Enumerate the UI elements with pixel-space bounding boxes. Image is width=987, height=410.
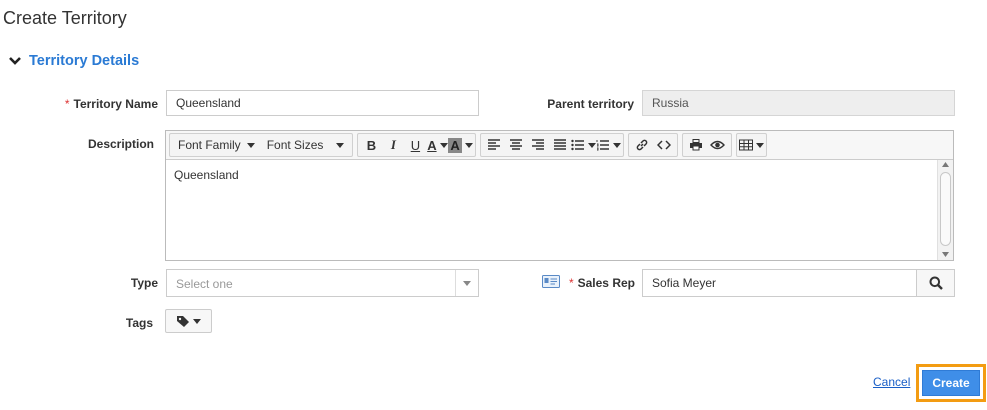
sales-rep-search-button[interactable] [916, 269, 955, 297]
sales-rep-input[interactable]: Sofia Meyer [642, 269, 917, 297]
parent-territory-field: Russia [642, 90, 955, 116]
align-left-icon[interactable] [483, 135, 505, 155]
link-icon[interactable] [631, 135, 653, 155]
contact-card-icon[interactable] [542, 275, 560, 288]
underline-icon[interactable]: U [404, 135, 426, 155]
chevron-down-icon [193, 318, 201, 324]
create-button[interactable]: Create [922, 370, 980, 396]
font-sizes-select[interactable]: Font Sizes [261, 135, 351, 155]
type-placeholder: Select one [176, 277, 233, 291]
align-right-icon[interactable] [527, 135, 549, 155]
align-center-icon[interactable] [505, 135, 527, 155]
search-icon [929, 276, 943, 290]
font-family-select[interactable]: Font Family [172, 135, 261, 155]
tag-icon [177, 315, 189, 327]
preview-icon[interactable] [707, 135, 729, 155]
territory-name-input[interactable]: Queensland [166, 90, 479, 116]
scroll-up-icon[interactable] [942, 162, 949, 167]
description-label: Description [87, 137, 154, 151]
scroll-down-icon[interactable] [942, 252, 949, 257]
scroll-thumb[interactable] [940, 172, 951, 246]
dropdown-arrow-icon[interactable] [455, 270, 478, 296]
print-icon[interactable] [685, 135, 707, 155]
tags-button[interactable] [165, 309, 212, 333]
numbered-list-icon[interactable] [596, 135, 621, 155]
font-group: Font Family Font Sizes [169, 133, 354, 157]
description-content[interactable]: Queensland [166, 160, 937, 260]
code-icon[interactable] [653, 135, 675, 155]
page-title: Create Territory [3, 8, 127, 28]
parent-territory-label: Parent territory [547, 97, 634, 111]
insert-group [627, 133, 678, 157]
territory-name-label: * Territory Name [64, 97, 158, 111]
section-title: Territory Details [29, 53, 140, 69]
required-mark: * [64, 97, 70, 111]
type-label: Type [130, 276, 158, 290]
italic-icon[interactable]: I [382, 135, 404, 155]
align-group [479, 133, 624, 157]
text-color-icon[interactable]: A [426, 135, 448, 155]
cancel-link[interactable]: Cancel [873, 375, 910, 389]
table-icon[interactable] [738, 135, 764, 155]
sales-rep-label: * Sales Rep [568, 276, 635, 290]
table-group [735, 133, 767, 157]
align-justify-icon[interactable] [549, 135, 571, 155]
view-group [681, 133, 732, 157]
editor-scrollbar[interactable] [937, 160, 953, 260]
bullet-list-icon[interactable] [571, 135, 596, 155]
background-color-icon[interactable]: A [448, 135, 473, 155]
type-select[interactable]: Select one [166, 269, 479, 297]
section-header[interactable]: Territory Details [8, 53, 139, 69]
bold-icon[interactable]: B [360, 135, 382, 155]
description-editor[interactable]: Font Family Font Sizes B I U A A Queensl… [165, 130, 954, 261]
editor-toolbar: Font Family Font Sizes B I U A A [166, 131, 953, 160]
chevron-down-icon [9, 57, 21, 65]
format-group: B I U A A [357, 133, 476, 157]
tags-label: Tags [125, 316, 153, 330]
create-button-highlight: Create [916, 364, 986, 402]
